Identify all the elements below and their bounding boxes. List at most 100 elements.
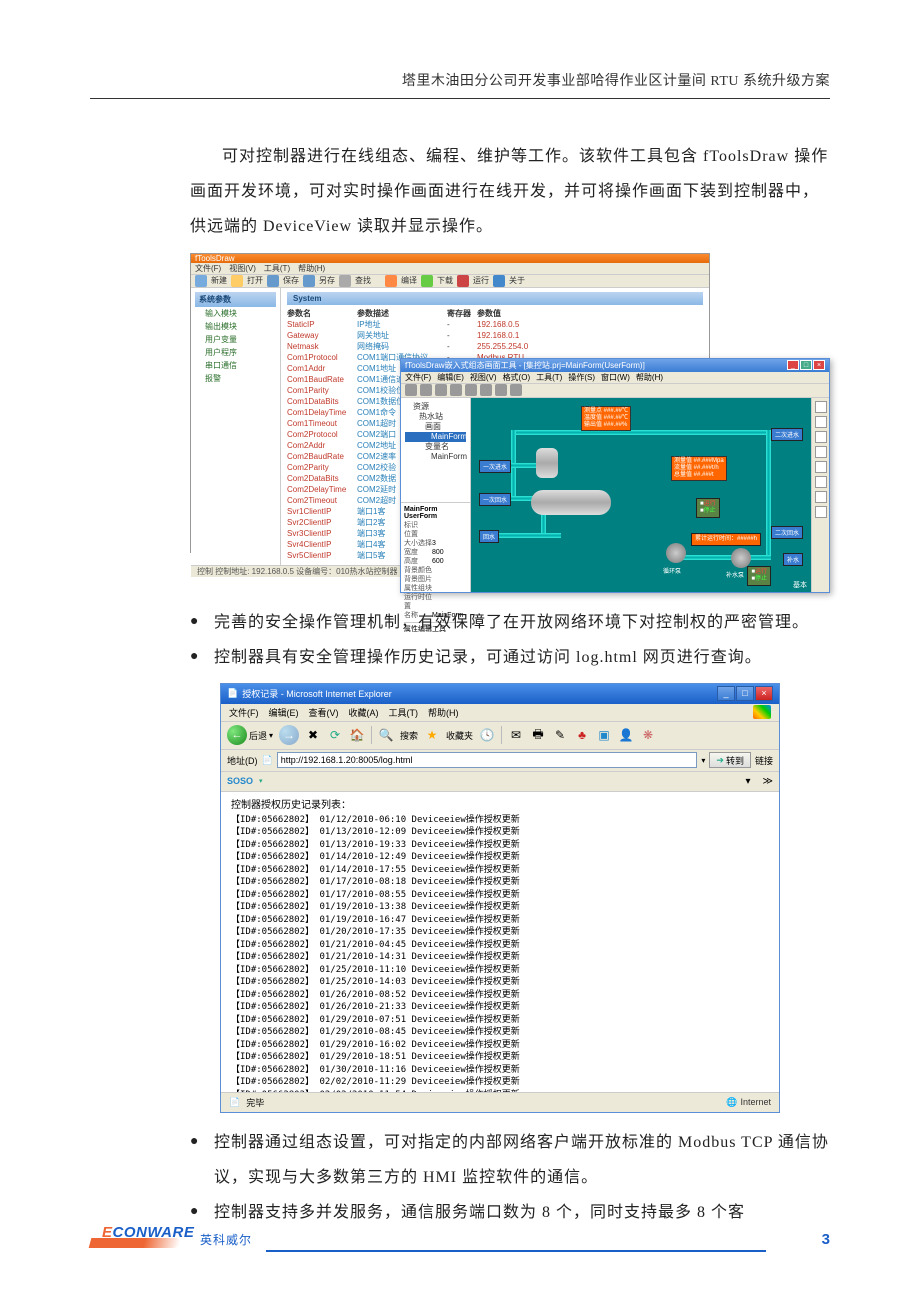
go-button[interactable]: ➔转到 — [709, 752, 751, 768]
property-row[interactable]: 宽度800 — [404, 548, 467, 557]
menu-item[interactable]: 工具(T) — [389, 706, 419, 719]
win1-tree[interactable]: 系统参数 输入模块 输出模块 用户变量 用户程序 串口通信 报警 — [191, 288, 281, 565]
tree-node[interactable]: 报警 — [195, 372, 276, 385]
property-row[interactable]: 属性组块 — [404, 584, 467, 593]
grid-row[interactable]: Gateway网关地址-192.168.0.1 — [287, 330, 703, 341]
tool-icon[interactable]: ▣ — [596, 727, 612, 743]
tool-icon[interactable]: 👤 — [618, 727, 634, 743]
tool-icon[interactable] — [815, 491, 827, 503]
menu-item[interactable]: 编辑(E) — [437, 372, 464, 383]
menu-item[interactable]: 文件(F) — [195, 263, 221, 274]
tb-run[interactable]: 运行 — [473, 275, 489, 286]
tb-new[interactable]: 新建 — [211, 275, 227, 286]
grid-row[interactable]: Netmask网络掩码-255.255.254.0 — [287, 341, 703, 352]
url-input[interactable] — [277, 752, 698, 768]
refresh-icon[interactable]: ⟳ — [327, 727, 343, 743]
close-icon[interactable]: × — [813, 360, 825, 370]
tool-icon[interactable] — [815, 461, 827, 473]
menu-item[interactable]: 视图(V) — [229, 263, 256, 274]
menu-item[interactable]: 文件(F) — [405, 372, 431, 383]
tb-download[interactable]: 下载 — [437, 275, 453, 286]
tool-icon[interactable] — [435, 384, 447, 396]
tool-icon[interactable] — [815, 416, 827, 428]
close-icon[interactable]: × — [755, 686, 773, 701]
tool-icon[interactable]: ♣ — [574, 727, 590, 743]
menu-item[interactable]: 帮助(H) — [428, 706, 459, 719]
tree-node[interactable]: 用户变量 — [195, 333, 276, 346]
tree-node[interactable]: 串口通信 — [195, 359, 276, 372]
menu-item[interactable]: 工具(T) — [536, 372, 562, 383]
mail-icon[interactable]: ✉ — [508, 727, 524, 743]
win2-toolbox[interactable] — [811, 398, 829, 592]
home-icon[interactable]: 🏠 — [349, 727, 365, 743]
tool-icon[interactable] — [815, 431, 827, 443]
edit-icon[interactable]: ✎ — [552, 727, 568, 743]
tool-icon[interactable] — [815, 401, 827, 413]
tb-about[interactable]: 关于 — [509, 275, 525, 286]
menu-item[interactable]: 操作(S) — [568, 372, 595, 383]
tree-node[interactable]: 输入模块 — [195, 307, 276, 320]
tool-icon[interactable] — [495, 384, 507, 396]
min-icon[interactable]: _ — [787, 360, 799, 370]
win2-tree[interactable]: 资源 热水站 画面 MainForm 变量名 MainForm — [401, 398, 470, 502]
menu-item[interactable]: 编辑(E) — [269, 706, 299, 719]
tb-open[interactable]: 打开 — [247, 275, 263, 286]
property-row[interactable]: 位置 — [404, 530, 467, 539]
tool-icon[interactable] — [815, 476, 827, 488]
win2-properties[interactable]: MainForm UserForm 标识位置大小选择3宽度800高度600背景颜… — [401, 502, 470, 592]
menu-item[interactable]: 格式(O) — [503, 372, 531, 383]
tool-icon[interactable] — [420, 384, 432, 396]
stop-icon[interactable]: ✖ — [305, 727, 321, 743]
find-icon[interactable] — [339, 275, 351, 287]
run-icon[interactable] — [457, 275, 469, 287]
tool-icon[interactable] — [815, 446, 827, 458]
menu-item[interactable]: 工具(T) — [264, 263, 290, 274]
max-icon[interactable]: □ — [736, 686, 754, 701]
menu-item[interactable]: 收藏(A) — [349, 706, 379, 719]
save-icon[interactable] — [267, 275, 279, 287]
about-icon[interactable] — [493, 275, 505, 287]
fav-label[interactable]: 收藏夹 — [446, 729, 473, 742]
new-icon[interactable] — [195, 275, 207, 287]
forward-button[interactable]: → — [279, 725, 299, 745]
tb-find[interactable]: 查找 — [355, 275, 371, 286]
tb-saveas[interactable]: 另存 — [319, 275, 335, 286]
min-icon[interactable]: _ — [717, 686, 735, 701]
property-row[interactable]: 背景图片 — [404, 575, 467, 584]
menu-item[interactable]: 查看(V) — [309, 706, 339, 719]
tree-node[interactable]: 输出模块 — [195, 320, 276, 333]
property-row[interactable]: 标识 — [404, 521, 467, 530]
history-icon[interactable]: 🕓 — [479, 727, 495, 743]
dropdown-icon[interactable]: ▾ — [701, 756, 705, 765]
tool-icon[interactable] — [450, 384, 462, 396]
favorites-icon[interactable]: ★ — [424, 727, 440, 743]
tree-node[interactable]: 用户程序 — [195, 346, 276, 359]
back-button[interactable]: ←后退▾ — [227, 725, 273, 745]
property-row[interactable]: 背景颜色 — [404, 566, 467, 575]
property-row[interactable]: 大小选择3 — [404, 539, 467, 548]
max-icon[interactable]: □ — [800, 360, 812, 370]
tool-icon[interactable] — [405, 384, 417, 396]
tool-icon[interactable]: ❋ — [640, 727, 656, 743]
menu-item[interactable]: 帮助(H) — [298, 263, 325, 274]
search-icon[interactable]: 🔍 — [378, 727, 394, 743]
tool-icon[interactable] — [465, 384, 477, 396]
tool-icon[interactable] — [480, 384, 492, 396]
menu-item[interactable]: 窗口(W) — [601, 372, 630, 383]
compile-icon[interactable] — [385, 275, 397, 287]
print-icon[interactable]: 🖶 — [530, 727, 546, 743]
menu-item[interactable]: 视图(V) — [470, 372, 497, 383]
tool-icon[interactable] — [510, 384, 522, 396]
menu-item[interactable]: 文件(F) — [229, 706, 259, 719]
win2-canvas[interactable]: 测量点 ###.##℃ 温度值 ###.##℃ 输出值 ###.##% 测量值 … — [471, 398, 811, 592]
property-row[interactable]: 高度600 — [404, 557, 467, 566]
tb-compile[interactable]: 编译 — [401, 275, 417, 286]
grid-row[interactable]: StaticIPIP地址-192.168.0.5 — [287, 319, 703, 330]
links-label[interactable]: 链接 — [755, 754, 773, 767]
search-label[interactable]: 搜索 — [400, 729, 418, 742]
open-icon[interactable] — [231, 275, 243, 287]
tb-save[interactable]: 保存 — [283, 275, 299, 286]
download-icon[interactable] — [421, 275, 433, 287]
menu-item[interactable]: 帮助(H) — [636, 372, 663, 383]
saveas-icon[interactable] — [303, 275, 315, 287]
